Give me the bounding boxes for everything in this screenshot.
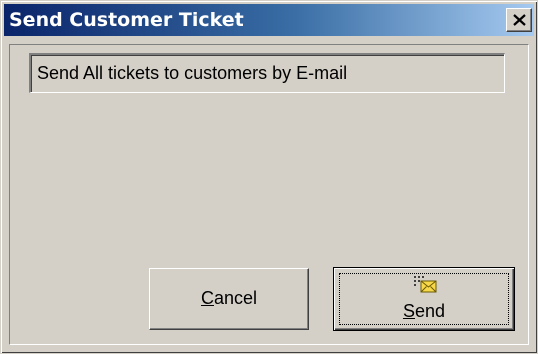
close-button[interactable] [506,8,532,32]
send-mnemonic: S [402,301,415,321]
send-button[interactable]: Send [333,267,515,331]
send-button-label: Send [334,301,514,322]
cancel-button[interactable]: Cancel [149,268,309,330]
cancel-label-rest: ancel [213,288,258,308]
send-label-rest: end [414,301,446,321]
window-title: Send Customer Ticket [9,9,244,31]
message-text: Send All tickets to customers by E-mail [37,63,348,83]
message-panel: Send All tickets to customers by E-mail [29,53,505,93]
envelope-icon [414,276,437,293]
dialog-window: Send Customer Ticket Send All tickets to… [0,0,538,354]
cancel-mnemonic: C [200,288,214,308]
title-bar[interactable]: Send Customer Ticket [4,4,534,36]
cancel-button-label: Cancel [150,288,308,309]
close-icon [513,14,526,26]
